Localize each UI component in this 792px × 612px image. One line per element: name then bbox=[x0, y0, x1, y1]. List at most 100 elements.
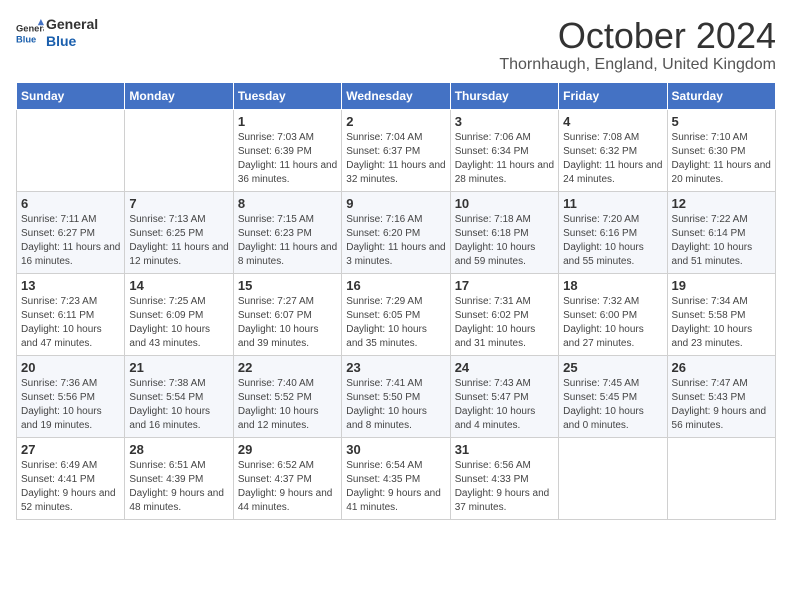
day-info: Sunrise: 7:20 AM Sunset: 6:16 PM Dayligh… bbox=[563, 213, 662, 269]
calendar-cell: 9Sunrise: 7:16 AM Sunset: 6:20 PM Daylig… bbox=[342, 191, 450, 273]
day-number: 21 bbox=[129, 360, 228, 375]
calendar-cell: 27 Sunrise: 6:49 AM Sunset: 4:41 PM Dayli… bbox=[17, 437, 125, 519]
day-number: 14 bbox=[129, 278, 228, 293]
week-row-3: 13Sunrise: 7:23 AM Sunset: 6:11 PM Dayli… bbox=[17, 273, 776, 355]
day-number: 30 bbox=[346, 442, 445, 457]
calendar-cell: 4 Sunrise: 7:08 AM Sunset: 6:32 PM Daylig… bbox=[559, 109, 667, 191]
day-number: 27 bbox=[21, 442, 120, 457]
day-info: Sunrise: 7:27 AM Sunset: 6:07 PM Dayligh… bbox=[238, 295, 337, 351]
day-info: Sunrise: 7:08 AM Sunset: 6:32 PM Dayligh… bbox=[563, 131, 662, 187]
day-header-monday: Monday bbox=[125, 82, 233, 109]
calendar-cell: 26Sunrise: 7:47 AM Sunset: 5:43 PM Dayli… bbox=[667, 355, 775, 437]
calendar-cell: 20 Sunrise: 7:36 AM Sunset: 5:56 PM Dayli… bbox=[17, 355, 125, 437]
day-info: Sunrise: 6:54 AM Sunset: 4:35 PM Dayligh… bbox=[346, 459, 445, 515]
week-row-2: 6 Sunrise: 7:11 AM Sunset: 6:27 PM Daylig… bbox=[17, 191, 776, 273]
calendar-cell: 7 Sunrise: 7:13 AM Sunset: 6:25 PM Daylig… bbox=[125, 191, 233, 273]
day-info: Sunrise: 7:45 AM Sunset: 5:45 PM Dayligh… bbox=[563, 377, 662, 433]
calendar-cell: 23 Sunrise: 7:41 AM Sunset: 5:50 PM Dayli… bbox=[342, 355, 450, 437]
week-row-5: 27 Sunrise: 6:49 AM Sunset: 4:41 PM Dayli… bbox=[17, 437, 776, 519]
day-info: Sunrise: 7:13 AM Sunset: 6:25 PM Dayligh… bbox=[129, 213, 228, 269]
calendar-header: SundayMondayTuesdayWednesdayThursdayFrid… bbox=[17, 82, 776, 109]
day-info: Sunrise: 7:10 AM Sunset: 6:30 PM Dayligh… bbox=[672, 131, 771, 187]
day-number: 25 bbox=[563, 360, 662, 375]
day-number: 3 bbox=[455, 114, 554, 129]
location-subtitle: Thornhaugh, England, United Kingdom bbox=[499, 56, 776, 74]
calendar-cell: 31 Sunrise: 6:56 AM Sunset: 4:33 PM Dayli… bbox=[450, 437, 558, 519]
calendar-cell: 18 Sunrise: 7:32 AM Sunset: 6:00 PM Dayli… bbox=[559, 273, 667, 355]
day-number: 5 bbox=[672, 114, 771, 129]
calendar-cell: 22 Sunrise: 7:40 AM Sunset: 5:52 PM Dayli… bbox=[233, 355, 341, 437]
logo: General Blue General Blue bbox=[16, 16, 98, 50]
calendar-cell: 14Sunrise: 7:25 AM Sunset: 6:09 PM Dayli… bbox=[125, 273, 233, 355]
day-number: 28 bbox=[129, 442, 228, 457]
calendar-cell: 6 Sunrise: 7:11 AM Sunset: 6:27 PM Daylig… bbox=[17, 191, 125, 273]
day-header-thursday: Thursday bbox=[450, 82, 558, 109]
calendar-cell: 25 Sunrise: 7:45 AM Sunset: 5:45 PM Dayli… bbox=[559, 355, 667, 437]
day-info: Sunrise: 7:15 AM Sunset: 6:23 PM Dayligh… bbox=[238, 213, 337, 269]
day-info: Sunrise: 6:56 AM Sunset: 4:33 PM Dayligh… bbox=[455, 459, 554, 515]
logo-text: General Blue bbox=[46, 16, 98, 50]
day-info: Sunrise: 7:32 AM Sunset: 6:00 PM Dayligh… bbox=[563, 295, 662, 351]
day-info: Sunrise: 7:11 AM Sunset: 6:27 PM Dayligh… bbox=[21, 213, 120, 269]
calendar-cell: 15 Sunrise: 7:27 AM Sunset: 6:07 PM Dayli… bbox=[233, 273, 341, 355]
page-header: General Blue General Blue October 2024 T… bbox=[16, 16, 776, 74]
day-number: 22 bbox=[238, 360, 337, 375]
calendar-cell bbox=[667, 437, 775, 519]
day-info: Sunrise: 7:23 AM Sunset: 6:11 PM Dayligh… bbox=[21, 295, 120, 351]
day-info: Sunrise: 6:49 AM Sunset: 4:41 PM Dayligh… bbox=[21, 459, 120, 515]
day-info: Sunrise: 6:52 AM Sunset: 4:37 PM Dayligh… bbox=[238, 459, 337, 515]
day-header-saturday: Saturday bbox=[667, 82, 775, 109]
day-info: Sunrise: 7:29 AM Sunset: 6:05 PM Dayligh… bbox=[346, 295, 445, 351]
week-row-4: 20 Sunrise: 7:36 AM Sunset: 5:56 PM Dayli… bbox=[17, 355, 776, 437]
day-info: Sunrise: 7:36 AM Sunset: 5:56 PM Dayligh… bbox=[21, 377, 120, 433]
day-header-wednesday: Wednesday bbox=[342, 82, 450, 109]
week-row-1: 1 Sunrise: 7:03 AM Sunset: 6:39 PM Daylig… bbox=[17, 109, 776, 191]
calendar-cell: 8Sunrise: 7:15 AM Sunset: 6:23 PM Daylig… bbox=[233, 191, 341, 273]
day-info: Sunrise: 7:31 AM Sunset: 6:02 PM Dayligh… bbox=[455, 295, 554, 351]
calendar-cell: 29Sunrise: 6:52 AM Sunset: 4:37 PM Dayli… bbox=[233, 437, 341, 519]
calendar-cell: 1 Sunrise: 7:03 AM Sunset: 6:39 PM Daylig… bbox=[233, 109, 341, 191]
calendar-cell: 24Sunrise: 7:43 AM Sunset: 5:47 PM Dayli… bbox=[450, 355, 558, 437]
day-info: Sunrise: 7:41 AM Sunset: 5:50 PM Dayligh… bbox=[346, 377, 445, 433]
calendar-cell: 11Sunrise: 7:20 AM Sunset: 6:16 PM Dayli… bbox=[559, 191, 667, 273]
day-info: Sunrise: 7:43 AM Sunset: 5:47 PM Dayligh… bbox=[455, 377, 554, 433]
days-of-week-row: SundayMondayTuesdayWednesdayThursdayFrid… bbox=[17, 82, 776, 109]
day-number: 23 bbox=[346, 360, 445, 375]
day-number: 26 bbox=[672, 360, 771, 375]
day-number: 15 bbox=[238, 278, 337, 293]
day-number: 18 bbox=[563, 278, 662, 293]
day-info: Sunrise: 7:40 AM Sunset: 5:52 PM Dayligh… bbox=[238, 377, 337, 433]
day-number: 10 bbox=[455, 196, 554, 211]
day-number: 2 bbox=[346, 114, 445, 129]
day-number: 16 bbox=[346, 278, 445, 293]
day-number: 17 bbox=[455, 278, 554, 293]
calendar-cell: 2 Sunrise: 7:04 AM Sunset: 6:37 PM Daylig… bbox=[342, 109, 450, 191]
calendar-cell bbox=[559, 437, 667, 519]
day-number: 20 bbox=[21, 360, 120, 375]
month-title: October 2024 bbox=[499, 16, 776, 56]
day-header-sunday: Sunday bbox=[17, 82, 125, 109]
day-info: Sunrise: 7:04 AM Sunset: 6:37 PM Dayligh… bbox=[346, 131, 445, 187]
day-info: Sunrise: 7:03 AM Sunset: 6:39 PM Dayligh… bbox=[238, 131, 337, 187]
day-info: Sunrise: 7:38 AM Sunset: 5:54 PM Dayligh… bbox=[129, 377, 228, 433]
calendar-cell: 13Sunrise: 7:23 AM Sunset: 6:11 PM Dayli… bbox=[17, 273, 125, 355]
day-number: 12 bbox=[672, 196, 771, 211]
calendar-cell: 3Sunrise: 7:06 AM Sunset: 6:34 PM Daylig… bbox=[450, 109, 558, 191]
calendar-table: SundayMondayTuesdayWednesdayThursdayFrid… bbox=[16, 82, 776, 520]
day-number: 6 bbox=[21, 196, 120, 211]
day-info: Sunrise: 7:16 AM Sunset: 6:20 PM Dayligh… bbox=[346, 213, 445, 269]
day-number: 19 bbox=[672, 278, 771, 293]
day-number: 7 bbox=[129, 196, 228, 211]
day-info: Sunrise: 7:34 AM Sunset: 5:58 PM Dayligh… bbox=[672, 295, 771, 351]
calendar-cell: 21 Sunrise: 7:38 AM Sunset: 5:54 PM Dayli… bbox=[125, 355, 233, 437]
calendar-cell: 12Sunrise: 7:22 AM Sunset: 6:14 PM Dayli… bbox=[667, 191, 775, 273]
day-number: 1 bbox=[238, 114, 337, 129]
day-number: 31 bbox=[455, 442, 554, 457]
calendar-cell: 16 Sunrise: 7:29 AM Sunset: 6:05 PM Dayli… bbox=[342, 273, 450, 355]
calendar-cell: 10Sunrise: 7:18 AM Sunset: 6:18 PM Dayli… bbox=[450, 191, 558, 273]
calendar-cell bbox=[17, 109, 125, 191]
day-info: Sunrise: 6:51 AM Sunset: 4:39 PM Dayligh… bbox=[129, 459, 228, 515]
logo-icon: General Blue bbox=[16, 19, 44, 47]
calendar-cell: 17 Sunrise: 7:31 AM Sunset: 6:02 PM Dayli… bbox=[450, 273, 558, 355]
day-number: 4 bbox=[563, 114, 662, 129]
